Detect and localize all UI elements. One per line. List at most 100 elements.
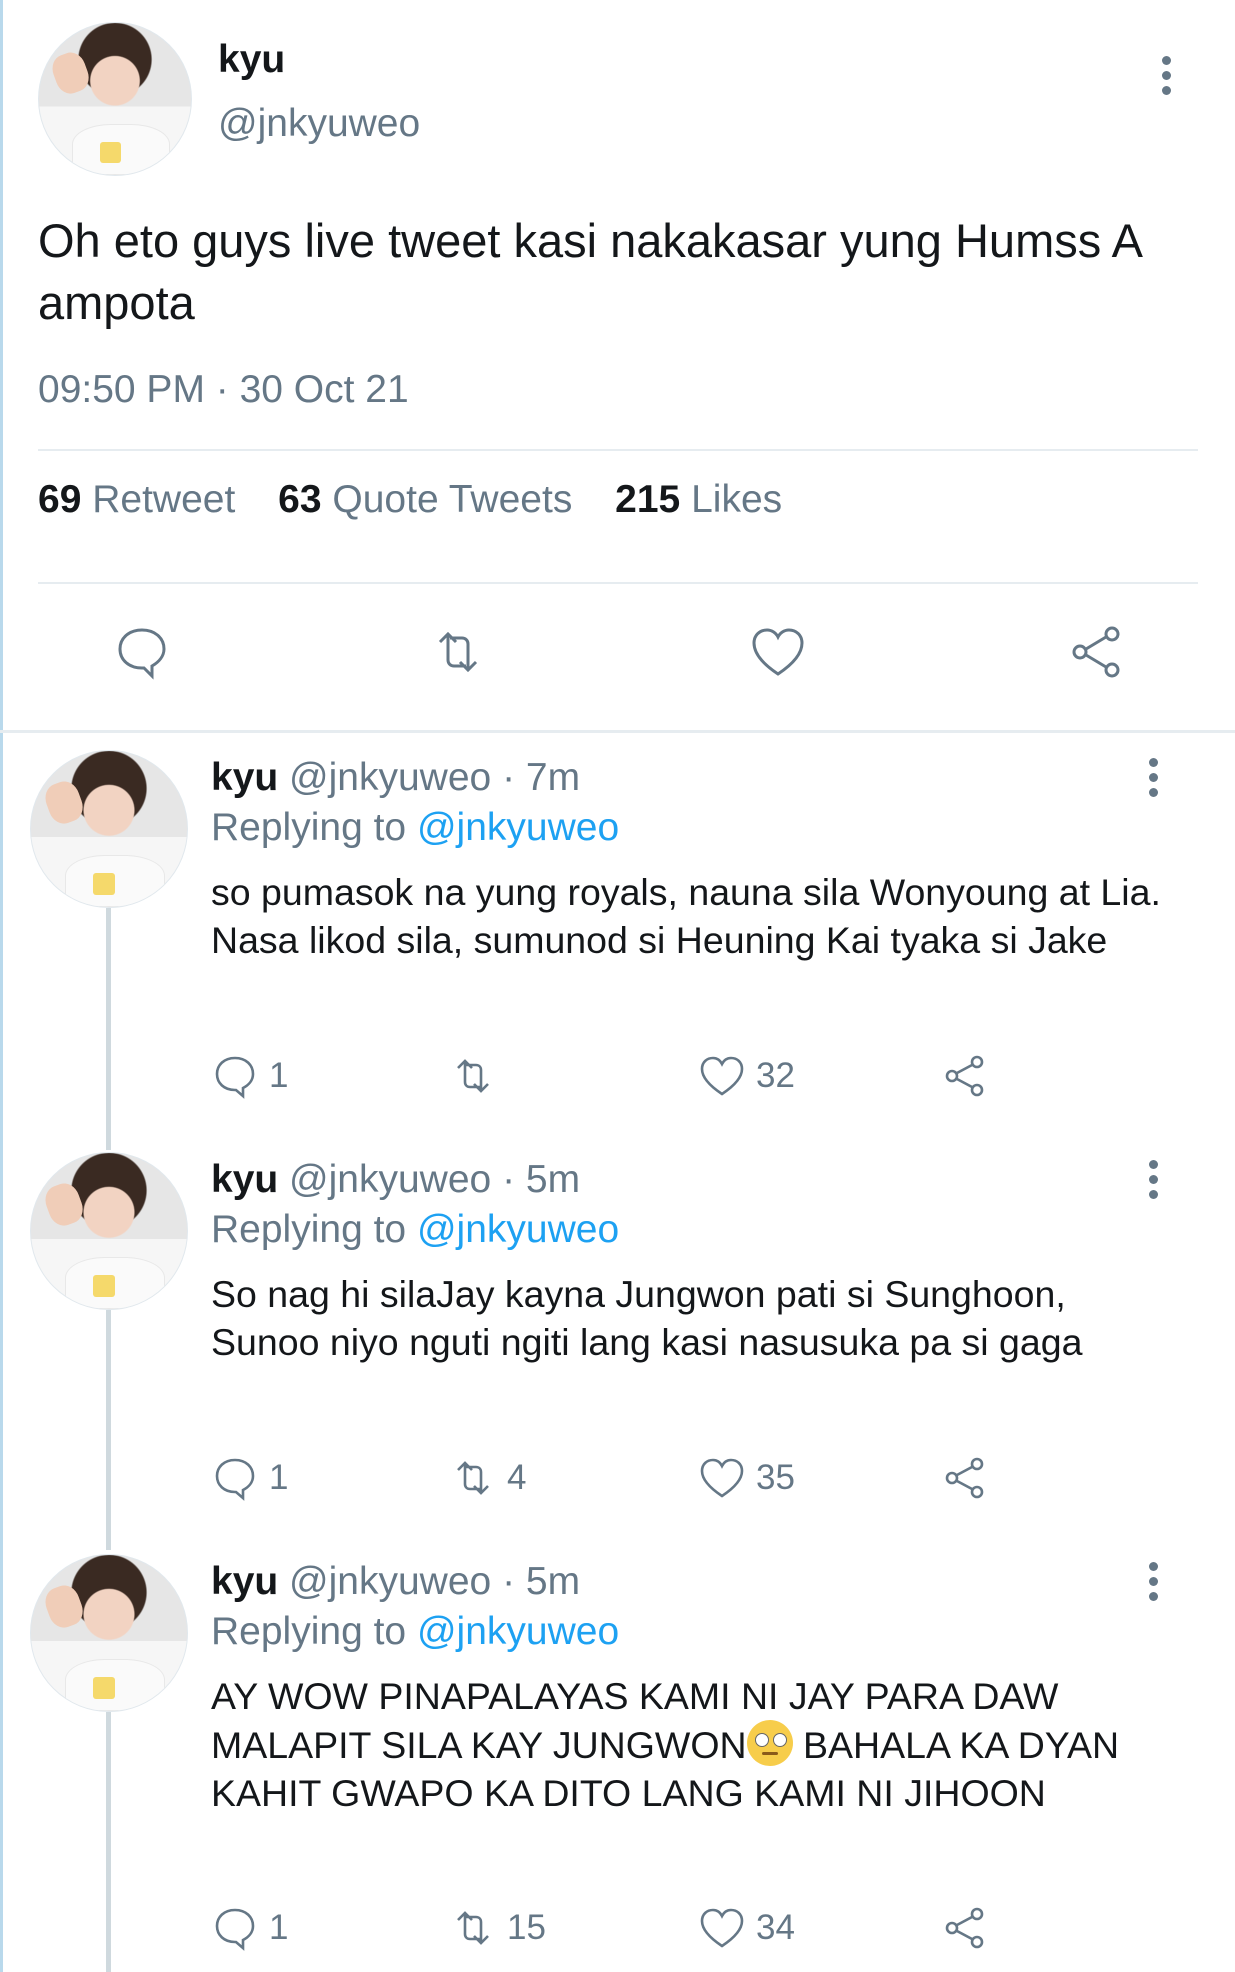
avatar-hand	[48, 48, 94, 98]
reply-text: So nag hi silaJay kayna Jungwon pati si …	[211, 1273, 1083, 1363]
share-icon[interactable]	[1066, 622, 1126, 682]
replying-to: Replying to @jnkyuweo	[211, 1610, 619, 1654]
reply-author-handle[interactable]: @jnkyuweo	[289, 1158, 491, 1201]
more-options-icon[interactable]	[1148, 1562, 1158, 1601]
reply-author-name[interactable]: kyu	[211, 1158, 278, 1201]
reply-author-handle[interactable]: @jnkyuweo	[289, 1560, 491, 1603]
replying-to-mention[interactable]: @jnkyuweo	[417, 806, 619, 849]
retweets-count: 69	[38, 478, 82, 521]
section-divider	[0, 730, 1235, 733]
avatar-shirt-print	[93, 1274, 116, 1297]
reply-button[interactable]: 1	[211, 1452, 288, 1504]
separator-dot: ·	[502, 1158, 516, 1201]
separator-dot: ·	[502, 756, 516, 799]
avatar-shirt-print	[93, 872, 116, 895]
tweet-text: Oh eto guys live tweet kasi nakakasar yu…	[38, 214, 1141, 329]
rolling-eyes-emoji-icon	[746, 1720, 793, 1766]
quote-tweets-stat[interactable]: 63 Quote Tweets	[278, 478, 572, 521]
reply-button[interactable]: 1	[211, 1050, 288, 1102]
like-count: 34	[756, 1908, 795, 1947]
like-icon	[700, 1458, 744, 1498]
like-button[interactable]: 34	[698, 1902, 795, 1954]
reply-author-handle[interactable]: @jnkyuweo	[289, 756, 491, 799]
reply-icon[interactable]	[112, 622, 172, 682]
share-icon	[945, 1907, 984, 1949]
share-icon	[945, 1055, 984, 1097]
tweet-action-bar	[0, 622, 1235, 692]
replying-to-label: Replying to	[211, 1208, 407, 1251]
reply-time: 5m	[525, 1560, 581, 1603]
reply-header: kyu @jnkyuweo · 5m	[211, 1158, 580, 1202]
share-button[interactable]	[941, 1452, 989, 1504]
thread-connector	[106, 908, 111, 1150]
tweet-thread-page: kyu @jnkyuweo Oh eto guys live tweet kas…	[0, 0, 1235, 1972]
reply-actions: 1 4 35	[211, 1452, 1031, 1504]
replying-to-label: Replying to	[211, 1610, 407, 1653]
left-edge-accent	[0, 0, 3, 1972]
replying-to-mention[interactable]: @jnkyuweo	[417, 1208, 619, 1251]
like-icon	[700, 1908, 744, 1948]
tweet-stats: 69 Retweet 63 Quote Tweets 215 Likes	[38, 478, 814, 522]
avatar-shirt-print	[93, 1676, 116, 1699]
reply-count: 1	[269, 1908, 289, 1947]
reply-header: kyu @jnkyuweo · 7m	[211, 756, 580, 800]
avatar[interactable]	[30, 750, 188, 908]
reply-author-name[interactable]: kyu	[211, 756, 278, 799]
avatar-hand	[40, 1581, 87, 1632]
replying-to-label: Replying to	[211, 806, 407, 849]
avatar-hand	[40, 1179, 87, 1230]
like-icon[interactable]	[748, 622, 808, 682]
reply-text: AY WOW PINAPALAYAS KAMI NI JAY PARA DAW …	[211, 1672, 1171, 1817]
quote-tweets-count: 63	[278, 478, 322, 521]
reply-header: kyu @jnkyuweo · 5m	[211, 1560, 580, 1604]
avatar[interactable]	[30, 1554, 188, 1712]
retweet-button[interactable]: 15	[449, 1902, 546, 1954]
avatar-shirt	[65, 855, 166, 907]
reply-time: 5m	[525, 1158, 581, 1201]
author-handle[interactable]: @jnkyuweo	[218, 102, 420, 146]
reply-count: 1	[269, 1056, 289, 1095]
retweet-count: 4	[507, 1458, 527, 1497]
share-button[interactable]	[941, 1050, 989, 1102]
retweet-icon	[457, 1461, 489, 1495]
retweet-button[interactable]: 4	[449, 1452, 526, 1504]
retweet-icon	[457, 1059, 489, 1093]
separator-dot: ·	[502, 1560, 516, 1603]
reply-actions: 1 32	[211, 1050, 1031, 1102]
like-count: 35	[756, 1458, 795, 1497]
like-button[interactable]: 32	[698, 1050, 795, 1102]
reply-author-name[interactable]: kyu	[211, 1560, 278, 1603]
replying-to: Replying to @jnkyuweo	[211, 806, 619, 850]
avatar-shirt-print	[99, 141, 122, 163]
reply-text: so pumasok na yung royals, nauna sila Wo…	[211, 871, 1161, 961]
retweets-stat[interactable]: 69 Retweet	[38, 478, 235, 521]
more-options-icon[interactable]	[1161, 56, 1171, 95]
divider	[38, 449, 1198, 451]
more-options-icon[interactable]	[1148, 1160, 1158, 1199]
author-name[interactable]: kyu	[218, 38, 285, 82]
retweets-label: Retweet	[92, 478, 236, 521]
likes-stat[interactable]: 215 Likes	[615, 478, 782, 521]
thread-connector	[106, 1712, 111, 1972]
more-options-icon[interactable]	[1148, 758, 1158, 797]
likes-label: Likes	[691, 478, 783, 521]
retweet-icon[interactable]	[428, 622, 488, 682]
avatar-shirt	[65, 1257, 166, 1309]
avatar-shirt	[72, 124, 170, 175]
reply-icon	[215, 1908, 255, 1951]
retweet-icon	[457, 1911, 489, 1945]
share-button[interactable]	[941, 1902, 989, 1954]
reply-button[interactable]: 1	[211, 1902, 288, 1954]
like-button[interactable]: 35	[698, 1452, 795, 1504]
avatar-shirt	[65, 1659, 166, 1711]
avatar[interactable]	[38, 22, 192, 176]
replying-to-mention[interactable]: @jnkyuweo	[417, 1610, 619, 1653]
reply-icon	[215, 1458, 255, 1501]
replying-to: Replying to @jnkyuweo	[211, 1208, 619, 1252]
retweet-count: 15	[507, 1908, 546, 1947]
retweet-button[interactable]	[449, 1050, 507, 1102]
avatar-hand	[40, 777, 87, 828]
avatar[interactable]	[30, 1152, 188, 1310]
reply-count: 1	[269, 1458, 289, 1497]
likes-count: 215	[615, 478, 681, 521]
